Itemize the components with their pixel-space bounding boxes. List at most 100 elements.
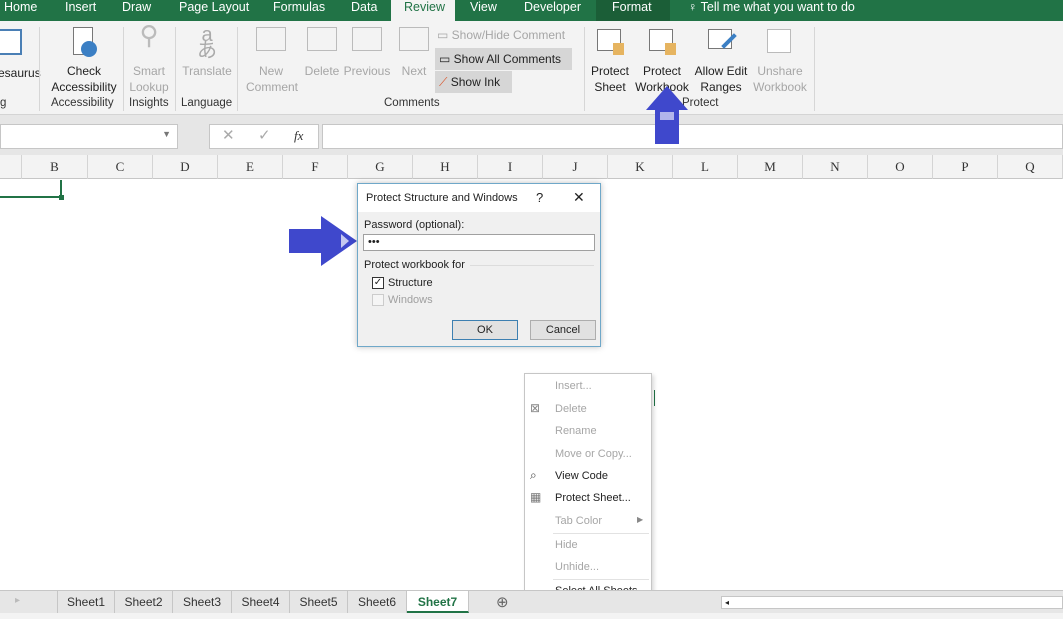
tab-review[interactable]: Review — [391, 0, 455, 21]
tell-me-search[interactable]: ♀ Tell me what you want to do — [684, 0, 859, 21]
language-group-label: Language — [181, 97, 233, 109]
tab-developer[interactable]: Developer — [520, 0, 585, 21]
scroll-tabs-right-icon[interactable]: ▸ — [15, 595, 20, 606]
check-accessibility-button[interactable]: Check Accessibility — [46, 27, 122, 95]
column-header[interactable]: F — [283, 155, 348, 179]
formula-bar-area: ▼ ✕ ✓ fx — [0, 115, 1063, 155]
column-header[interactable]: D — [153, 155, 218, 179]
tab-home[interactable]: Home — [0, 0, 41, 21]
label: Accessibility — [51, 80, 117, 94]
translate-button[interactable]: aあ Translate — [179, 25, 235, 79]
help-button[interactable]: ? — [536, 190, 543, 205]
tab-data[interactable]: Data — [347, 0, 381, 21]
tab-formulas[interactable]: Formulas — [269, 0, 329, 21]
menu-item-rename[interactable]: Rename — [555, 425, 597, 437]
sheet-tab[interactable]: Sheet3 — [173, 591, 232, 613]
column-header[interactable]: Q — [998, 155, 1063, 179]
tab-insert[interactable]: Insert — [61, 0, 100, 21]
column-header[interactable]: P — [933, 155, 998, 179]
label: New — [258, 64, 283, 78]
next-comment-button[interactable]: Next — [396, 27, 432, 79]
selected-cell[interactable] — [0, 180, 62, 198]
windows-checkbox[interactable] — [372, 294, 384, 306]
menu-item-tab-color[interactable]: Tab Color — [555, 515, 602, 527]
menu-item-delete[interactable]: Delete — [555, 403, 587, 415]
dialog-title: Protect Structure and Windows — [366, 192, 518, 204]
protect-workbook-icon — [647, 27, 677, 59]
add-sheet-icon[interactable]: ⊕ — [496, 593, 509, 611]
previous-comment-button[interactable]: Previous — [343, 27, 391, 79]
fx-icon[interactable]: fx — [294, 125, 303, 147]
column-header[interactable]: H — [413, 155, 478, 179]
enter-icon[interactable]: ✓ — [258, 125, 271, 147]
sheet-tab[interactable]: Sheet2 — [115, 591, 173, 613]
column-header[interactable]: B — [22, 155, 88, 179]
protect-workbook-button[interactable]: Protect Workbook — [633, 27, 691, 95]
sheet-tab-active[interactable]: Sheet7 — [407, 591, 469, 613]
password-input[interactable]: ••• — [363, 234, 595, 251]
chevron-down-icon[interactable]: ▼ — [162, 129, 171, 139]
unshare-workbook-button[interactable]: Unshare Workbook — [751, 27, 809, 95]
column-header-a[interactable] — [0, 155, 22, 179]
sheet-tab[interactable]: Sheet1 — [57, 591, 115, 613]
accessibility-icon — [69, 27, 99, 59]
formula-input[interactable] — [322, 124, 1063, 149]
protect-sheet-button[interactable]: Protect Sheet — [589, 27, 631, 95]
allow-edit-ranges-button[interactable]: Allow Edit Ranges — [693, 27, 749, 95]
protect-sheet-icon: ▦ — [530, 490, 542, 504]
column-header[interactable]: N — [803, 155, 868, 179]
column-header[interactable]: L — [673, 155, 738, 179]
proofing-group-label: g — [0, 97, 7, 109]
delete-comment-button[interactable]: Delete — [300, 27, 344, 79]
column-header[interactable]: O — [868, 155, 933, 179]
thesaurus-button[interactable]: esaurus — [0, 29, 41, 81]
menu-item-hide[interactable]: Hide — [555, 539, 578, 551]
protect-sheet-icon — [595, 27, 625, 59]
new-comment-button[interactable]: New Comment — [246, 27, 298, 95]
cell-cursor — [654, 390, 655, 406]
structure-label[interactable]: Structure — [388, 277, 433, 289]
column-header[interactable]: K — [608, 155, 673, 179]
label: Previous — [343, 64, 391, 78]
column-header[interactable]: M — [738, 155, 803, 179]
label: Protect — [590, 64, 629, 78]
sheet-tab-bar: ▸ Sheet1 Sheet2 Sheet3 Sheet4 Sheet5 She… — [0, 590, 1063, 613]
close-button[interactable]: ✕ — [573, 189, 585, 206]
ok-button[interactable]: OK — [452, 320, 518, 340]
structure-checkbox[interactable]: ✓ — [372, 277, 384, 289]
column-header[interactable]: E — [218, 155, 283, 179]
show-ink-button[interactable]: ⟋ Show Ink — [435, 71, 512, 93]
sheet-tab[interactable]: Sheet5 — [290, 591, 348, 613]
menu-item-move-copy[interactable]: Move or Copy... — [555, 448, 632, 460]
windows-label[interactable]: Windows — [388, 294, 433, 306]
column-header[interactable]: I — [478, 155, 543, 179]
thesaurus-label: esaurus — [0, 66, 41, 80]
column-header[interactable]: G — [348, 155, 413, 179]
tab-draw[interactable]: Draw — [118, 0, 155, 21]
label: Workbook — [753, 80, 807, 94]
name-box[interactable]: ▼ — [0, 124, 178, 149]
show-hide-comment-button[interactable]: ▭ Show/Hide Comment — [437, 27, 565, 43]
sheet-tab[interactable]: Sheet4 — [232, 591, 290, 613]
column-header[interactable]: C — [88, 155, 153, 179]
label: Show All Comments — [453, 52, 562, 66]
horizontal-scrollbar[interactable]: ◂ — [721, 596, 1063, 609]
cancel-icon[interactable]: ✕ — [222, 125, 235, 147]
show-all-comments-button[interactable]: ▭ Show All Comments — [435, 48, 572, 70]
submenu-arrow-icon: ▶ — [637, 515, 644, 524]
menu-item-protect-sheet[interactable]: Protect Sheet... — [555, 492, 631, 504]
tab-format[interactable]: Format — [596, 0, 670, 21]
tab-view[interactable]: View — [466, 0, 501, 21]
tell-me-text: Tell me what you want to do — [700, 0, 855, 14]
menu-item-unhide[interactable]: Unhide... — [555, 561, 599, 573]
label: Translate — [182, 64, 232, 78]
menu-item-view-code[interactable]: View Code — [555, 470, 608, 482]
cancel-button[interactable]: Cancel — [530, 320, 596, 340]
label: Lookup — [129, 80, 169, 94]
tab-page-layout[interactable]: Page Layout — [175, 0, 253, 21]
column-header[interactable]: J — [543, 155, 608, 179]
sheet-tab[interactable]: Sheet6 — [348, 591, 407, 613]
fill-handle[interactable] — [59, 195, 64, 200]
menu-item-insert[interactable]: Insert... — [555, 380, 592, 392]
smart-lookup-button[interactable]: ⚲ Smart Lookup — [126, 22, 172, 95]
